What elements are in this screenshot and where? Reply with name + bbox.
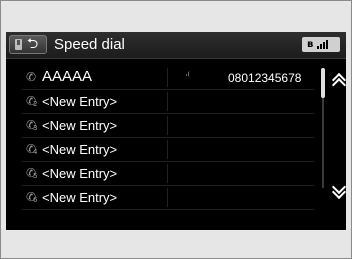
slot-number: 3 bbox=[33, 124, 38, 132]
entry-name: <New Entry> bbox=[42, 190, 118, 205]
row-divider bbox=[167, 140, 168, 159]
double-chevron-down-icon[interactable] bbox=[331, 179, 347, 200]
back-button[interactable]: ⮌ bbox=[9, 35, 47, 54]
phone-handset-icon: ✆ 4 bbox=[26, 142, 38, 156]
entry-number: 08012345678 bbox=[228, 71, 302, 85]
speed-dial-list: ✆ AAAAA ᐧ⁽ 08012345678 ✆ 2 <New Entry> ✆ 3… bbox=[22, 66, 314, 210]
phone-handset-icon: ✆ 2 bbox=[26, 94, 38, 108]
back-arrow-icon: ⮌ bbox=[27, 36, 39, 52]
slot-number: 6 bbox=[33, 196, 38, 204]
speed-dial-entry[interactable]: ✆ AAAAA ᐧ⁽ 08012345678 bbox=[22, 66, 314, 90]
scrollbar[interactable] bbox=[321, 68, 325, 188]
phone-handset-icon: ✆ 5 bbox=[26, 166, 38, 180]
signal-strength-icon bbox=[317, 40, 331, 49]
row-divider bbox=[167, 188, 168, 207]
speed-dial-entry[interactable]: ✆ 6 <New Entry> bbox=[22, 186, 314, 210]
row-divider bbox=[167, 116, 168, 135]
entry-name: <New Entry> bbox=[42, 166, 118, 181]
entry-name: <New Entry> bbox=[42, 118, 118, 133]
row-divider bbox=[167, 68, 168, 87]
speed-dial-entry[interactable]: ✆ 5 <New Entry> bbox=[22, 162, 314, 186]
bluetooth-icon: ʙ bbox=[307, 39, 314, 50]
head-unit-screen: ⮌ Speed dial ʙ ✆ AAAAA ᐧ⁽ 08012345678 ✆ 2… bbox=[6, 32, 347, 230]
page-title: Speed dial bbox=[54, 36, 125, 53]
double-chevron-up-icon[interactable] bbox=[331, 72, 347, 93]
speed-dial-entry[interactable]: ✆ 3 <New Entry> bbox=[22, 114, 314, 138]
entry-name: AAAAA bbox=[42, 68, 93, 85]
phone-handset-icon: ✆ 6 bbox=[26, 190, 38, 204]
status-indicator: ʙ bbox=[302, 37, 340, 52]
scroll-thumb[interactable] bbox=[321, 68, 325, 98]
phone-handset-icon: ✆ bbox=[26, 70, 37, 84]
entry-name: <New Entry> bbox=[42, 142, 118, 157]
speed-dial-entry[interactable]: ✆ 2 <New Entry> bbox=[22, 90, 314, 114]
row-divider bbox=[167, 92, 168, 111]
entry-name: <New Entry> bbox=[42, 94, 118, 109]
voice-tag-icon: ᐧ⁽ bbox=[185, 71, 191, 82]
slot-number: 5 bbox=[33, 172, 38, 180]
phone-handset-icon: ✆ 3 bbox=[26, 118, 38, 132]
speed-dial-entry[interactable]: ✆ 4 <New Entry> bbox=[22, 138, 314, 162]
phone-device-icon bbox=[15, 39, 22, 50]
row-divider bbox=[167, 164, 168, 183]
slot-number: 4 bbox=[33, 148, 38, 156]
slot-number: 2 bbox=[33, 100, 38, 108]
header-bar: ⮌ Speed dial ʙ bbox=[6, 32, 346, 59]
